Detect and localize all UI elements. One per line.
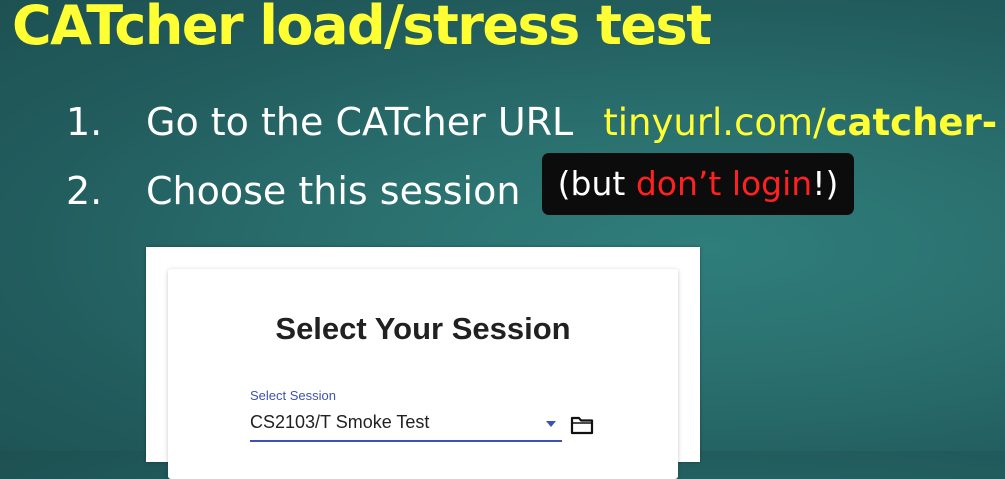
note-open: (but: [557, 164, 636, 203]
url-bold-part: catcher-: [825, 101, 998, 144]
session-screenshot: Select Your Session Select Session CS210…: [146, 247, 700, 479]
select-underline: [250, 440, 562, 442]
step-text: Choose this session: [146, 169, 521, 213]
catcher-url-link[interactable]: tinyurl.com/catcher-: [603, 101, 997, 144]
note-highlight: don’t login: [635, 164, 813, 203]
warning-note: (but don’t login!): [542, 153, 854, 215]
card-title: Select Your Session: [275, 311, 571, 346]
note-close: !): [812, 164, 839, 203]
chevron-down-icon[interactable]: [546, 421, 556, 427]
session-select[interactable]: CS2103/T Smoke Test: [250, 412, 429, 433]
session-card: Select Your Session Select Session CS210…: [168, 269, 678, 479]
step-1: 1. Go to the CATcher URL tinyurl.com/catch…: [66, 103, 997, 141]
folder-icon[interactable]: [570, 415, 594, 435]
step-text: Go to the CATcher URL: [146, 100, 574, 144]
step-number: 1.: [66, 100, 103, 144]
select-session-label: Select Session: [250, 388, 336, 403]
slide-title: CATcher load/stress test: [12, 0, 712, 57]
step-number: 2.: [66, 169, 103, 213]
url-prefix: tinyurl.com/: [603, 101, 826, 144]
step-2: 2. Choose this session: [66, 172, 520, 210]
